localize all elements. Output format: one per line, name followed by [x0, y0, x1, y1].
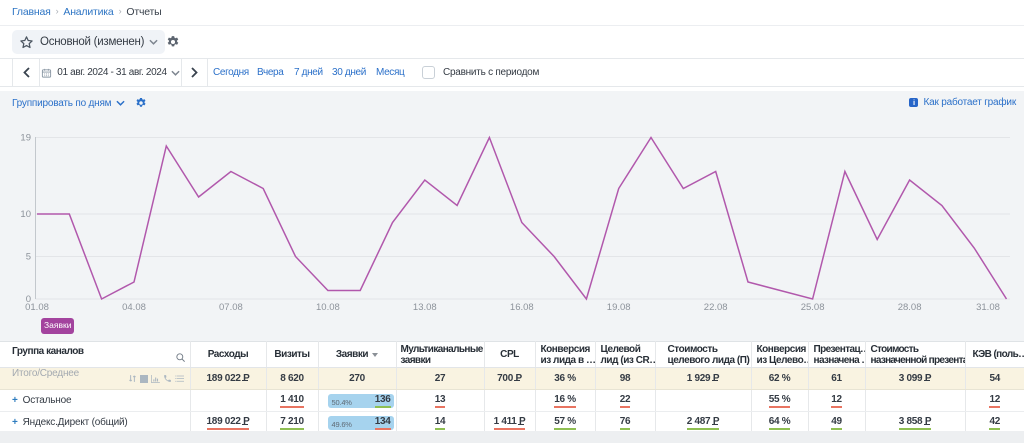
- svg-text:5: 5: [26, 252, 31, 263]
- svg-text:07.08: 07.08: [219, 302, 243, 313]
- svg-text:31.08: 31.08: [976, 302, 1000, 313]
- svg-text:16.08: 16.08: [510, 302, 534, 313]
- svg-text:13.08: 13.08: [413, 302, 437, 313]
- svg-text:22.08: 22.08: [704, 302, 728, 313]
- svg-text:19.08: 19.08: [607, 302, 631, 313]
- svg-text:04.08: 04.08: [122, 302, 146, 313]
- svg-text:10: 10: [20, 209, 31, 220]
- svg-text:19: 19: [20, 133, 31, 144]
- svg-text:28.08: 28.08: [898, 302, 922, 313]
- svg-text:10.08: 10.08: [316, 302, 340, 313]
- svg-text:01.08: 01.08: [25, 302, 49, 313]
- svg-text:25.08: 25.08: [801, 302, 825, 313]
